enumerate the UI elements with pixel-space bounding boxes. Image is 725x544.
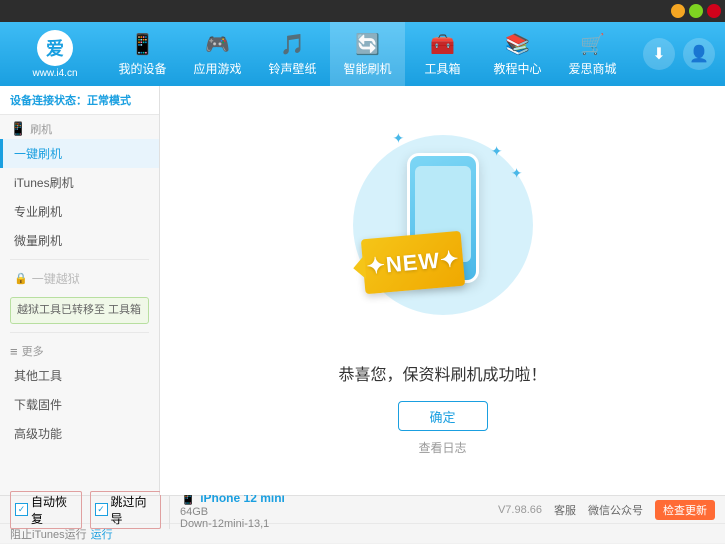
flash-section-icon: 📱 (10, 121, 26, 137)
footer-row1: ✓ 自动恢复 ✓ 跳过向导 📱 iPhone 12 mini 64GB Down… (0, 496, 725, 524)
account-button[interactable]: 👤 (683, 38, 715, 70)
logo-icon: 爱 (37, 30, 73, 66)
flash-section-label: 刷机 (30, 121, 52, 137)
disabled-jailbreak: 🔒 一键越狱 (0, 264, 159, 293)
header-right-buttons: ⬇ 👤 (643, 38, 715, 70)
disabled-jailbreak-label: 一键越狱 (32, 270, 80, 287)
logo-url: www.i4.cn (32, 68, 77, 79)
device-model: Down-12mini-13,1 (180, 518, 498, 530)
nav-item-apps-games[interactable]: 🎮 应用游戏 (180, 22, 255, 86)
version-text: V7.98.66 (498, 504, 542, 516)
sidebar-item-one-key-flash[interactable]: 一键刷机 (0, 139, 159, 168)
nav-label-tutorial: 教程中心 (493, 60, 541, 77)
content-area: ✦ ✦ ✦ ✦NEW✦ 恭喜您，保资料刷机成功啦！ 确定 查看日志 (160, 86, 725, 495)
sidebar-item-download-firmware[interactable]: 下载固件 (0, 390, 159, 419)
minimize-button[interactable] (671, 4, 685, 18)
apps-games-icon: 🎮 (205, 32, 230, 57)
sidebar-item-itunes-flash[interactable]: iTunes刷机 (0, 168, 159, 197)
footer: ✓ 自动恢复 ✓ 跳过向导 📱 iPhone 12 mini 64GB Down… (0, 495, 725, 543)
main-area: 设备连接状态：正常模式 📱 刷机 一键刷机 iTunes刷机 专业刷机 微量刷机… (0, 86, 725, 495)
wechat-link[interactable]: 微信公众号 (588, 502, 643, 518)
maximize-button[interactable] (689, 4, 703, 18)
more-section-label: 更多 (22, 343, 44, 359)
star-icon-2: ✦ (511, 165, 523, 182)
device-storage: 64GB (180, 506, 498, 518)
logo[interactable]: 爱 www.i4.cn (10, 30, 100, 79)
mall-icon: 🛒 (580, 32, 605, 57)
sidebar-divider-2 (10, 332, 149, 333)
sidebar-item-save-flash[interactable]: 微量刷机 (0, 226, 159, 255)
status-label: 设备连接状态： (10, 95, 87, 107)
auto-connect-label: 自动恢复 (31, 493, 77, 527)
nav-bar: 📱 我的设备 🎮 应用游戏 🎵 铃声壁纸 🔄 智能刷机 🧰 工具箱 📚 教程中心… (100, 22, 635, 86)
more-section-header: ≡ 更多 (0, 337, 159, 361)
nav-item-my-device[interactable]: 📱 我的设备 (105, 22, 180, 86)
confirm-button[interactable]: 确定 (398, 401, 488, 431)
my-device-icon: 📱 (130, 32, 155, 57)
check-update-button[interactable]: 检查更新 (655, 500, 715, 520)
jailbreak-notice: 越狱工具已转移至 工具箱 (10, 297, 149, 324)
nav-item-smart-flash[interactable]: 🔄 智能刷机 (330, 22, 405, 86)
ribbon-text: ✦NEW✦ (365, 245, 460, 279)
status-value: 正常模式 (87, 95, 131, 107)
header: 爱 www.i4.cn 📱 我的设备 🎮 应用游戏 🎵 铃声壁纸 🔄 智能刷机 … (0, 22, 725, 86)
sidebar-item-pro-flash[interactable]: 专业刷机 (0, 197, 159, 226)
toolbox-icon: 🧰 (430, 32, 455, 57)
ringtones-icon: 🎵 (280, 32, 305, 57)
flash-section-header: 📱 刷机 (0, 115, 159, 139)
footer-right: V7.98.66 客服 微信公众号 检查更新 (498, 500, 715, 520)
nav-label-smart-flash: 智能刷机 (343, 60, 391, 77)
device-info: 📱 iPhone 12 mini 64GB Down-12mini-13,1 (170, 490, 498, 530)
nav-label-apps-games: 应用游戏 (193, 60, 241, 77)
star-icon-3: ✦ (393, 130, 405, 147)
skip-wizard-checkbox[interactable]: ✓ (95, 503, 108, 516)
skip-wizard-label: 跳过向导 (111, 493, 157, 527)
title-bar (0, 0, 725, 22)
success-message: 恭喜您，保资料刷机成功啦！ (338, 361, 546, 385)
sidebar-item-other-tools[interactable]: 其他工具 (0, 361, 159, 390)
nav-item-tutorial[interactable]: 📚 教程中心 (480, 22, 555, 86)
nav-item-toolbox[interactable]: 🧰 工具箱 (405, 22, 480, 86)
nav-item-mall[interactable]: 🛒 爱思商城 (555, 22, 630, 86)
more-section-icon: ≡ (10, 344, 18, 359)
nav-label-toolbox: 工具箱 (424, 60, 460, 77)
sidebar-item-advanced[interactable]: 高级功能 (0, 419, 159, 448)
nav-item-ringtones[interactable]: 🎵 铃声壁纸 (255, 22, 330, 86)
auto-connect-checkbox[interactable]: ✓ (15, 503, 28, 516)
customer-service-link[interactable]: 客服 (554, 502, 576, 518)
smart-flash-icon: 🔄 (355, 32, 380, 57)
itunes-status-value: 运行 (91, 526, 113, 542)
download-button[interactable]: ⬇ (643, 38, 675, 70)
itunes-status-label: 阻止iTunes运行 (10, 526, 87, 542)
close-button[interactable] (707, 4, 721, 18)
connection-status: 设备连接状态：正常模式 (0, 86, 159, 115)
new-ribbon: ✦NEW✦ (360, 231, 464, 295)
nav-label-my-device: 我的设备 (118, 60, 166, 77)
sidebar-divider-1 (10, 259, 149, 260)
view-log-link[interactable]: 查看日志 (418, 439, 466, 456)
nav-label-mall: 爱思商城 (568, 60, 616, 77)
nav-label-ringtones: 铃声壁纸 (268, 60, 316, 77)
phone-illustration: ✦ ✦ ✦ ✦NEW✦ (343, 125, 543, 345)
tutorial-icon: 📚 (505, 32, 530, 57)
lock-icon: 🔒 (14, 272, 28, 285)
sidebar: 设备连接状态：正常模式 📱 刷机 一键刷机 iTunes刷机 专业刷机 微量刷机… (0, 86, 160, 495)
star-icon-1: ✦ (491, 143, 503, 160)
